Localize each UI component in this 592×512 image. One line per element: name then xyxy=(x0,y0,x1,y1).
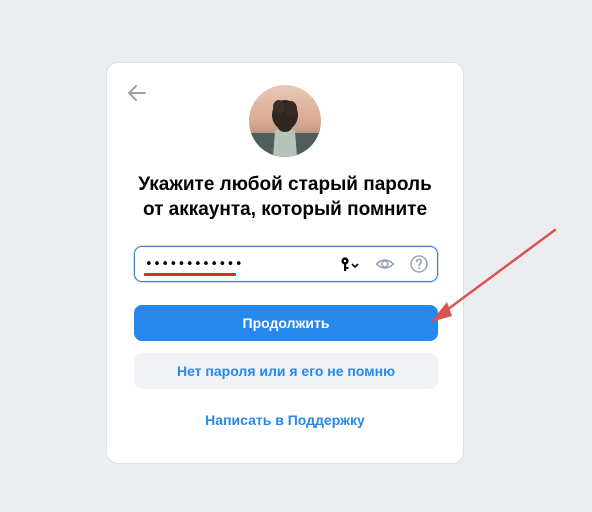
password-recovery-card: Укажите любой старый пароль от аккаунта,… xyxy=(106,62,464,464)
avatar xyxy=(249,85,321,157)
password-manager-button[interactable] xyxy=(340,255,362,273)
continue-button[interactable]: Продолжить xyxy=(134,305,438,341)
back-button[interactable] xyxy=(125,81,149,105)
title-line-1: Укажите любой старый пароль xyxy=(138,174,432,195)
page-title: Укажите любой старый пароль от аккаунта,… xyxy=(107,172,463,222)
annotation-underline xyxy=(144,273,236,276)
back-arrow-icon xyxy=(128,85,146,101)
help-button[interactable] xyxy=(409,254,429,274)
eye-icon xyxy=(375,259,395,269)
question-mark-icon xyxy=(410,255,428,273)
title-line-2: от аккаунта, который помните xyxy=(142,199,428,220)
key-icon xyxy=(341,257,359,271)
support-link[interactable]: Написать в Поддержку xyxy=(107,412,463,428)
password-field xyxy=(134,246,438,282)
show-password-button[interactable] xyxy=(375,255,395,273)
no-password-button[interactable]: Нет пароля или я его не помню xyxy=(134,353,438,389)
